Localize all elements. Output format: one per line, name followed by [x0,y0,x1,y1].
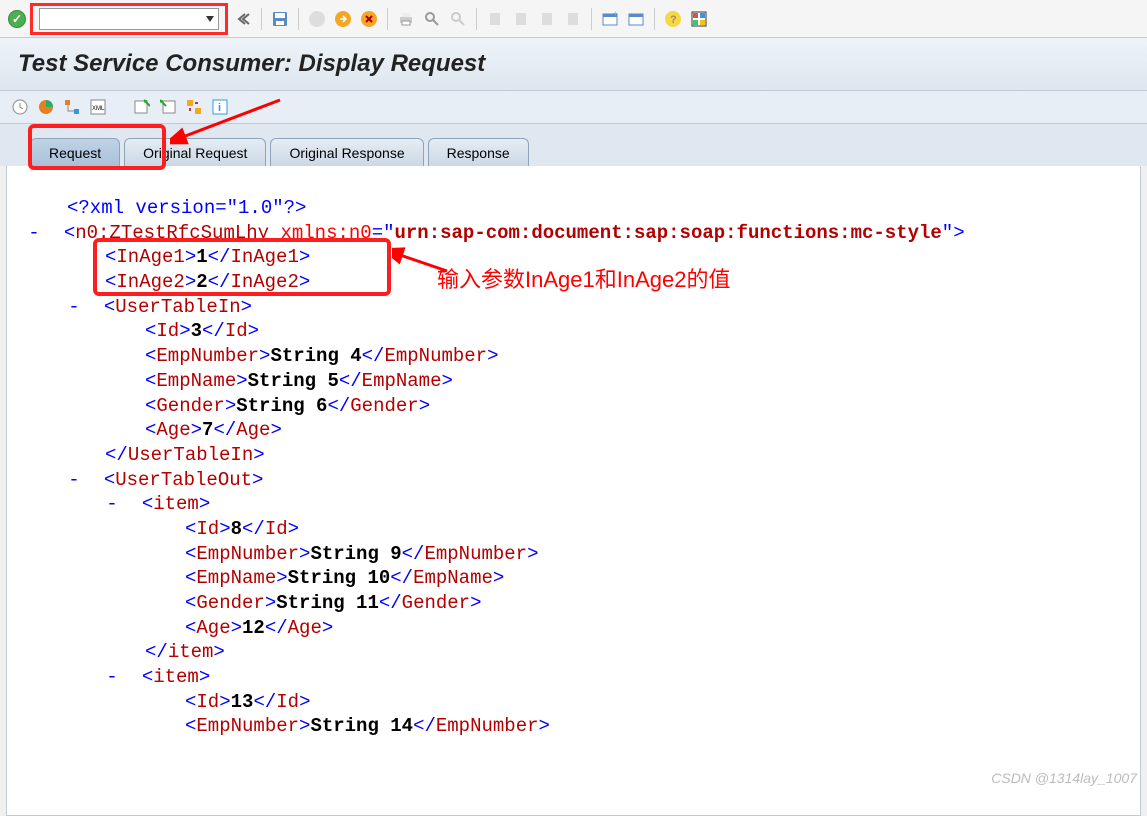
chevron-down-icon [206,16,214,22]
inage-highlight-annotation [93,238,391,296]
watermark: CSDN @1314lay_1007 [991,770,1137,786]
page-up-icon[interactable] [510,8,532,30]
collapse-toggle[interactable]: - [67,295,81,320]
globe-exit-icon[interactable] [332,8,354,30]
collapse-toggle[interactable]: - [67,468,81,493]
xml-icon[interactable]: XML [88,97,108,117]
collapse-toggle[interactable]: - [105,492,119,517]
layout-icon[interactable] [688,8,710,30]
top-toolbar: ✓ + ? [0,0,1147,38]
globe-cancel-icon[interactable] [358,8,380,30]
find-icon[interactable] [421,8,443,30]
help-icon[interactable]: ? [662,8,684,30]
import-icon[interactable] [132,97,152,117]
xml-content: 输入参数InAge1和InAge2的值 <?xml version="1.0"?… [6,166,1141,816]
page-down-icon[interactable] [536,8,558,30]
annotation-text: 输入参数InAge1和InAge2的值 [437,266,730,295]
hierarchy-icon[interactable] [62,97,82,117]
find-next-icon[interactable] [447,8,469,30]
globe-back-icon[interactable] [306,8,328,30]
clock-icon[interactable] [10,97,30,117]
print-icon[interactable] [395,8,417,30]
arrow-annotation-1 [170,98,290,158]
tab-response[interactable]: Response [428,138,529,167]
xml-decl: <?xml version="1.0"?> [67,197,306,219]
page-first-icon[interactable] [484,8,506,30]
page-title: Test Service Consumer: Display Request [0,38,1147,91]
collapse-toggle[interactable]: - [27,221,41,246]
svg-text:?: ? [670,14,677,26]
ok-icon[interactable]: ✓ [8,10,26,28]
save-icon[interactable] [269,8,291,30]
tab-request[interactable]: Request [30,138,120,167]
command-field-highlight [30,3,228,35]
shortcut-icon[interactable] [625,8,647,30]
command-field[interactable] [39,8,219,30]
pie-icon[interactable] [36,97,56,117]
svg-text:+: + [613,11,618,18]
page-last-icon[interactable] [562,8,584,30]
svg-text:XML: XML [92,106,105,112]
collapse-toggle[interactable]: - [105,665,119,690]
back-icon[interactable] [232,8,254,30]
new-session-icon[interactable]: + [599,8,621,30]
tab-original-response[interactable]: Original Response [270,138,423,167]
